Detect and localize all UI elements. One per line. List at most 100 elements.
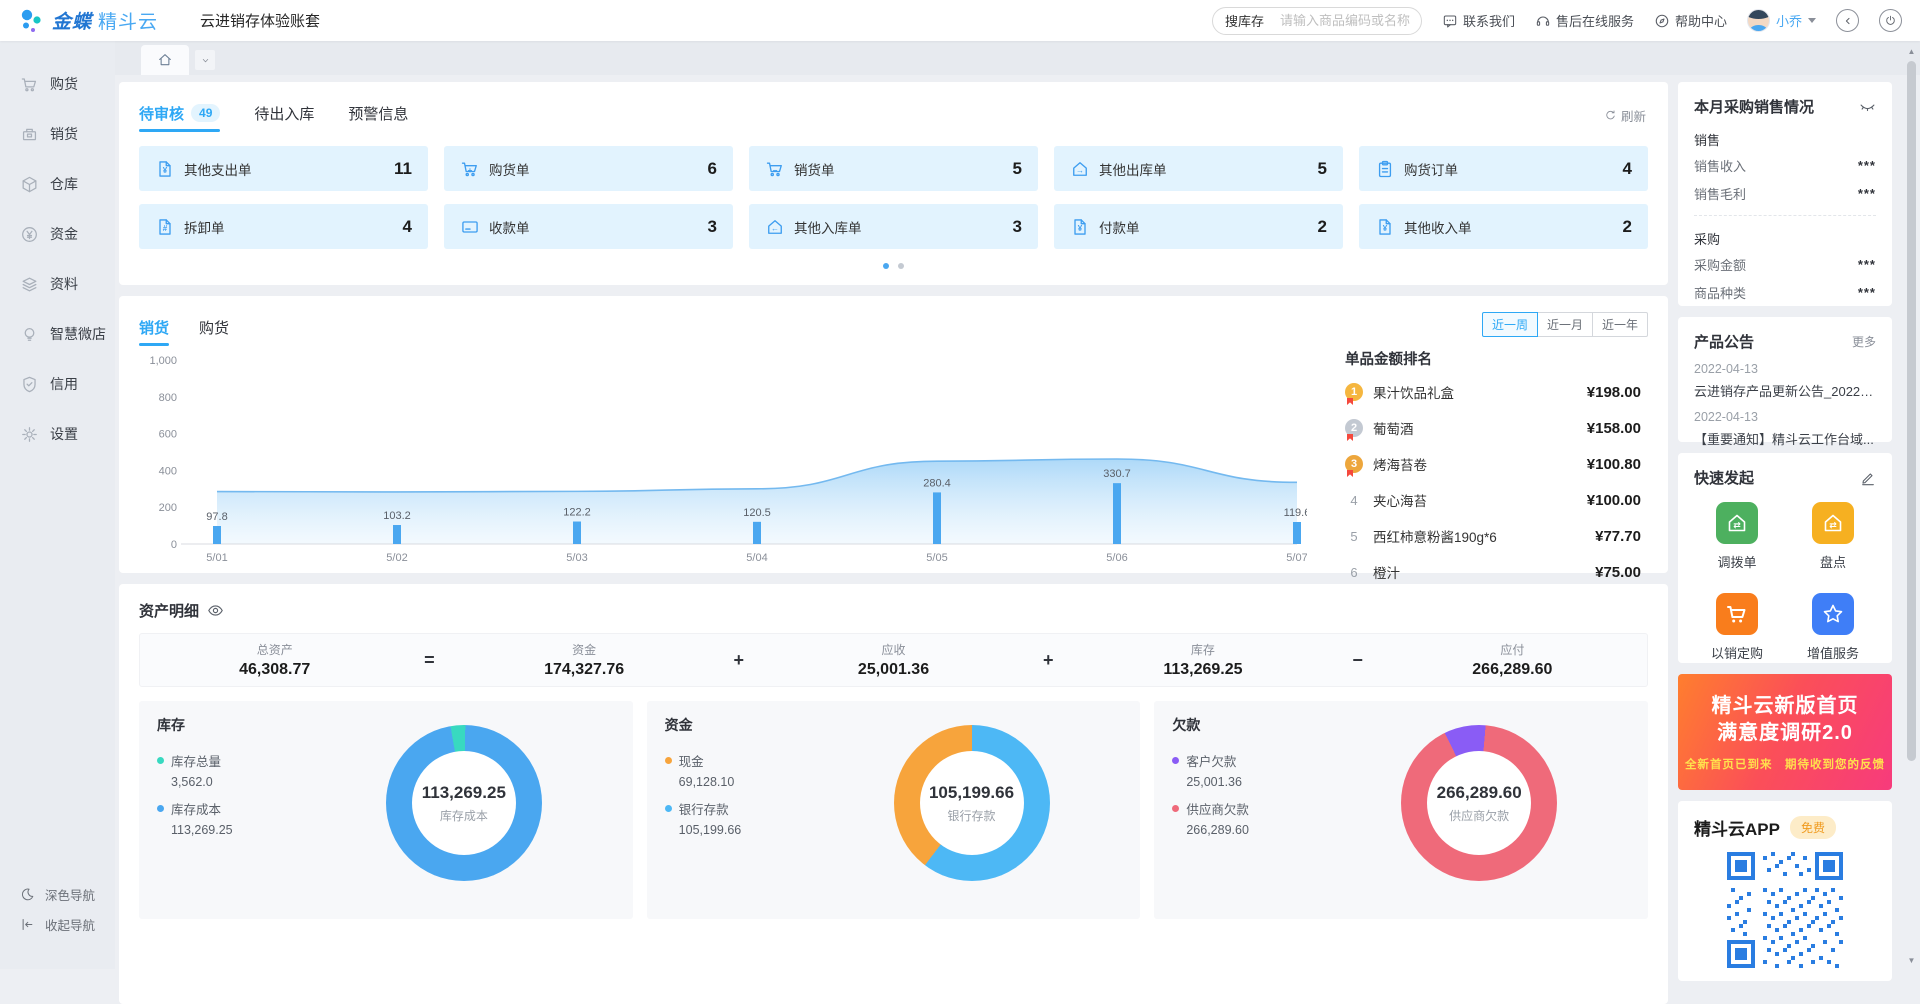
- todo-card-label: 其他收入单: [1404, 217, 1472, 237]
- ranking-row[interactable]: 1果汁饮品礼盒¥198.00: [1345, 377, 1641, 407]
- legend-dot-icon: [665, 757, 672, 764]
- asset-stat-value: 174,327.76: [449, 661, 718, 679]
- tab-sales-0[interactable]: 销货: [139, 310, 169, 344]
- brand-logo[interactable]: 金蝶 精斗云: [18, 7, 158, 35]
- sidebar-footer-collapse[interactable]: 收起导航: [0, 909, 115, 939]
- svg-text:800: 800: [159, 392, 177, 404]
- survey-banner[interactable]: 精斗云新版首页 满意度调研2.0 全新首页已到来 期待收到您的反馈: [1678, 674, 1892, 790]
- sidebar-item-gear[interactable]: 设置: [0, 409, 115, 459]
- tab-todo-0[interactable]: 待审核49: [139, 96, 220, 130]
- ranking-item-amount: ¥75.00: [1595, 564, 1641, 581]
- header-link-headset[interactable]: 售后在线服务: [1535, 11, 1634, 30]
- sidebar-item-register[interactable]: 销货: [0, 109, 115, 159]
- more-link[interactable]: 更多: [1852, 333, 1876, 350]
- tab-todo-2[interactable]: 预警信息: [348, 96, 408, 130]
- header-link-chat[interactable]: 联系我们: [1442, 11, 1515, 30]
- user-menu[interactable]: 小乔: [1747, 9, 1816, 32]
- ranking-item-amount: ¥77.70: [1595, 528, 1641, 545]
- todo-card[interactable]: →其他出库单5: [1054, 146, 1343, 191]
- asset-stat: 资金174,327.76: [449, 641, 718, 679]
- divider: [1694, 215, 1876, 216]
- search-input[interactable]: [1280, 13, 1456, 28]
- todo-card[interactable]: 购货订单4: [1359, 146, 1648, 191]
- pagination-dot-2[interactable]: [898, 263, 904, 269]
- quick-action-house-swap[interactable]: ⇄盘点: [1790, 502, 1876, 571]
- home-tab[interactable]: [141, 45, 189, 75]
- eye-icon[interactable]: [207, 602, 224, 619]
- asset-stat-value: 46,308.77: [140, 661, 409, 679]
- quick-action-star[interactable]: 增值服务: [1790, 593, 1876, 662]
- search-scope-label[interactable]: 搜库存: [1225, 11, 1264, 30]
- star-icon: [1812, 593, 1854, 635]
- ranking-row[interactable]: 5西红柿意粉酱190g*6¥77.70: [1345, 521, 1641, 551]
- gear-icon: [20, 425, 39, 444]
- quick-launch-title: 快速发起: [1694, 467, 1754, 488]
- ranking-row[interactable]: 4夹心海苔¥100.00: [1345, 485, 1641, 515]
- legend-dot-icon: [1172, 757, 1179, 764]
- logout-button[interactable]: [1879, 9, 1902, 32]
- sales-chart-panel: 销货购货 近一周近一月近一年 02004006008001,00097.85/0…: [119, 296, 1668, 573]
- todo-card-label: 拆卸单: [184, 217, 225, 237]
- header-link-compass[interactable]: 帮助中心: [1654, 11, 1727, 30]
- summary-row: 销售毛利***: [1694, 182, 1876, 205]
- range-button-0[interactable]: 近一周: [1482, 312, 1538, 337]
- scroll-down-arrow[interactable]: ▼: [1905, 954, 1918, 967]
- asset-stat-label: 应收: [759, 641, 1028, 658]
- donut-center-label: 银行存款: [947, 807, 995, 824]
- todo-card[interactable]: +购货单6: [444, 146, 733, 191]
- quick-action-house-swap[interactable]: ⇄调拨单: [1694, 502, 1780, 571]
- asset-stat-value: 113,269.25: [1068, 661, 1337, 679]
- ranking-row[interactable]: 3烤海苔卷¥100.80: [1345, 449, 1641, 479]
- user-name[interactable]: 小乔: [1776, 11, 1802, 30]
- svg-text:200: 200: [159, 502, 177, 514]
- todo-card[interactable]: ¥其他支出单11: [139, 146, 428, 191]
- todo-card[interactable]: 收款单3: [444, 204, 733, 249]
- eye-closed-icon[interactable]: [1859, 98, 1876, 115]
- vertical-scrollbar[interactable]: ▲ ▼: [1905, 45, 1918, 967]
- svg-text:5/07: 5/07: [1286, 552, 1307, 564]
- sidebar-item-bulb[interactable]: 智慧微店: [0, 309, 115, 359]
- formula-operator: −: [1338, 650, 1378, 671]
- refresh-button[interactable]: 刷新: [1604, 106, 1646, 125]
- range-button-1[interactable]: 近一月: [1537, 312, 1593, 337]
- pagination-dot-1[interactable]: [883, 263, 889, 269]
- announcement-link[interactable]: 【重要通知】精斗云工作台域...: [1694, 429, 1876, 448]
- todo-card[interactable]: −销货单5: [749, 146, 1038, 191]
- ranking-row[interactable]: 2葡萄酒¥158.00: [1345, 413, 1641, 443]
- tab-list-dropdown[interactable]: [195, 50, 215, 70]
- scroll-up-arrow[interactable]: ▲: [1905, 45, 1918, 58]
- todo-card[interactable]: ←其他入库单3: [749, 204, 1038, 249]
- sidebar-item-label: 资料: [50, 274, 78, 294]
- quick-action-cart[interactable]: 以销定购: [1694, 593, 1780, 662]
- avatar[interactable]: [1747, 9, 1770, 32]
- ranking-item-name: 烤海苔卷: [1373, 454, 1587, 474]
- sidebar-item-cart[interactable]: 购货: [0, 59, 115, 109]
- donut-center: 266,289.60供应商欠款: [1401, 725, 1557, 881]
- legend-label: 供应商欠款: [1186, 799, 1249, 818]
- todo-card[interactable]: #拆卸单4: [139, 204, 428, 249]
- power-icon: [1884, 14, 1897, 27]
- ranking-row[interactable]: 6橙汁¥75.00: [1345, 557, 1641, 587]
- house-icon: ←: [765, 217, 785, 237]
- sidebar-item-yen[interactable]: 资金: [0, 209, 115, 259]
- back-button[interactable]: [1836, 9, 1859, 32]
- summary-label: 销售毛利: [1694, 184, 1746, 203]
- announcement-link[interactable]: 云进销存产品更新公告_20220...: [1694, 381, 1876, 400]
- tab-sales-1[interactable]: 购货: [199, 310, 229, 344]
- shield-icon: [20, 375, 39, 394]
- todo-card-count: 5: [1013, 159, 1022, 179]
- scrollbar-thumb[interactable]: [1907, 61, 1916, 761]
- tab-todo-1[interactable]: 待出入库: [254, 96, 314, 130]
- sidebar-item-cube[interactable]: 仓库: [0, 159, 115, 209]
- todo-card[interactable]: ¥付款单2: [1054, 204, 1343, 249]
- todo-card[interactable]: ¥其他收入单2: [1359, 204, 1648, 249]
- sidebar-item-layers[interactable]: 资料: [0, 259, 115, 309]
- range-button-2[interactable]: 近一年: [1592, 312, 1648, 337]
- edit-icon[interactable]: [1860, 470, 1876, 486]
- quick-action-label: 增值服务: [1807, 643, 1859, 662]
- sidebar-item-shield[interactable]: 信用: [0, 359, 115, 409]
- sidebar-footer-moon[interactable]: 深色导航: [0, 879, 115, 909]
- header-link-label: 售后在线服务: [1556, 11, 1634, 30]
- todo-card-count: 4: [1623, 159, 1632, 179]
- inventory-search[interactable]: 搜库存: [1212, 7, 1422, 35]
